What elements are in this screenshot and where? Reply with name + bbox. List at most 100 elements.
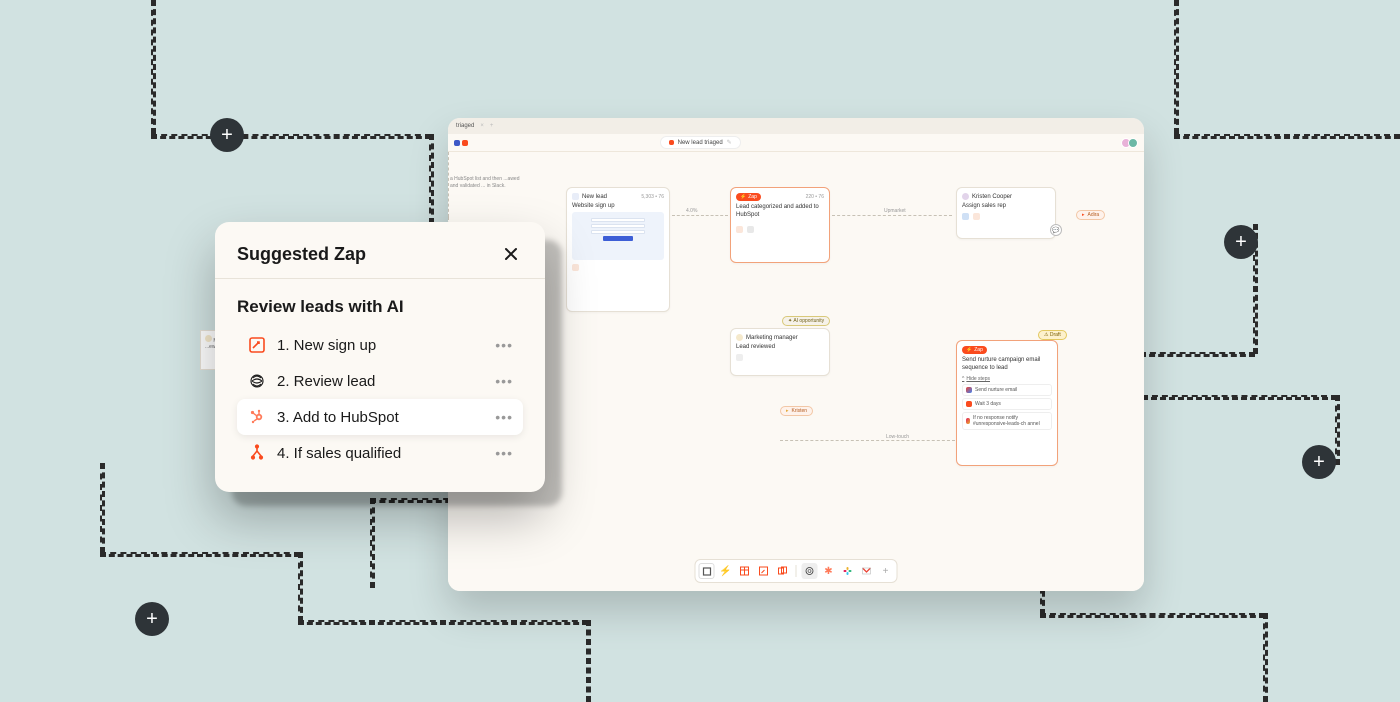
suggested-step-1[interactable]: 1. New sign up ••• — [237, 327, 523, 363]
edge-label: Upmarket — [884, 208, 906, 214]
step-menu-button[interactable]: ••• — [495, 337, 513, 353]
card-body: Assign sales rep — [962, 203, 1050, 209]
canvas-title-text: New lead triaged — [678, 140, 723, 146]
step-menu-button[interactable]: ••• — [495, 445, 513, 461]
close-button[interactable] — [499, 242, 523, 266]
hide-steps-toggle[interactable]: ^ Hide steps — [962, 376, 1052, 382]
tool-cards[interactable] — [775, 563, 791, 579]
step-menu-button[interactable]: ••• — [495, 373, 513, 389]
card-lead-reviewed[interactable]: Marketing manager Lead reviewed — [730, 328, 830, 376]
edge-label: 4.0% — [686, 208, 697, 214]
connector: ▾ — [448, 152, 449, 217]
tool-hubspot[interactable]: ✱ — [821, 563, 837, 579]
suggested-zap-dialog: Suggested Zap Review leads with AI 1. Ne… — [215, 222, 545, 492]
card-body: Send nurture campaign email sequence to … — [962, 357, 1052, 373]
hubspot-icon — [736, 226, 743, 233]
add-node[interactable]: + — [135, 602, 169, 636]
card-tool-icon[interactable] — [572, 264, 579, 271]
step-menu-button[interactable]: ••• — [495, 409, 513, 425]
square-icon — [702, 567, 711, 576]
card-meta: 220 • 76 — [806, 194, 824, 200]
close-icon — [504, 247, 518, 261]
decor-line — [1142, 395, 1337, 400]
decor-line — [1174, 134, 1400, 139]
step-label: 2. Review lead — [277, 373, 375, 390]
openai-icon — [747, 226, 754, 233]
decor-line — [100, 463, 105, 553]
zap-icon — [462, 140, 468, 146]
tool-table[interactable] — [737, 563, 753, 579]
decor-line — [1140, 352, 1255, 357]
paths-icon — [247, 443, 267, 463]
card-body: Lead reviewed — [736, 344, 824, 350]
app-logo-icon — [454, 140, 460, 146]
suggested-step-3[interactable]: 3. Add to HubSpot ••• — [237, 399, 523, 435]
interfaces-icon — [572, 193, 579, 200]
decor-line — [1174, 0, 1179, 134]
tool-interface[interactable] — [756, 563, 772, 579]
suggested-step-2[interactable]: 2. Review lead ••• — [237, 363, 523, 399]
connector — [832, 215, 952, 216]
openai-icon — [247, 371, 267, 391]
step-label: 3. Add to HubSpot — [277, 409, 399, 426]
decor-line — [586, 620, 591, 702]
card-body: Lead categorized and added to HubSpot — [736, 204, 824, 220]
form-preview — [572, 212, 664, 260]
connector — [780, 440, 955, 441]
add-node[interactable]: + — [1302, 445, 1336, 479]
app-toolbar: New lead triaged ✎ — [448, 134, 1144, 152]
tool-gmail[interactable] — [859, 563, 875, 579]
card-owner: Kristen Cooper — [972, 194, 1012, 200]
card-assign-rep[interactable]: Kristen Cooper Assign sales rep — [956, 187, 1056, 239]
card-new-lead[interactable]: New lead 5,303 • 76 Website sign up — [566, 187, 670, 312]
cards-icon — [778, 566, 788, 576]
decor-line — [429, 134, 434, 224]
hubspot-icon — [973, 213, 980, 220]
comment-bubble-icon[interactable]: 💬 — [1050, 224, 1062, 236]
add-node[interactable]: + — [210, 118, 244, 152]
decor-line — [151, 134, 431, 139]
avatar-icon — [736, 334, 743, 341]
decor-line — [298, 620, 588, 625]
decor-line — [1335, 395, 1340, 465]
dialog-subtitle: Review leads with AI — [237, 297, 523, 317]
slack-icon — [966, 418, 970, 424]
tool-slack[interactable] — [840, 563, 856, 579]
card-zap-categorize[interactable]: ⚡ Zap 220 • 76 Lead categorized and adde… — [730, 187, 830, 263]
ai-opportunity-pill[interactable]: ✦ AI opportunity — [782, 316, 830, 326]
suggested-step-4[interactable]: 4. If sales qualified ••• — [237, 435, 523, 471]
step-label: 4. If sales qualified — [277, 445, 401, 462]
avatar-icon — [962, 193, 969, 200]
gmail-icon — [966, 387, 972, 393]
openai-icon — [805, 566, 815, 576]
zap-chip: ⚡ Zap — [962, 346, 987, 354]
zap-step[interactable]: Wait 3 days — [962, 398, 1052, 410]
canvas-title[interactable]: New lead triaged ✎ — [660, 136, 741, 149]
step-label: 1. New sign up — [277, 337, 376, 354]
zap-step[interactable]: Send nurture email — [962, 384, 1052, 396]
collaborator-avatars[interactable] — [1124, 138, 1138, 148]
draft-pill: ⚠ Draft — [1038, 330, 1067, 340]
expand-icon[interactable] — [817, 226, 824, 233]
zap-step[interactable]: If no response notify #unresponsive-lead… — [962, 412, 1052, 430]
tool-add[interactable]: + — [878, 563, 894, 579]
add-node[interactable]: + — [1224, 225, 1258, 259]
edge-label: Low-touch — [886, 434, 909, 440]
browser-tab[interactable]: triaged — [456, 123, 474, 129]
card-nurture-zap[interactable]: ⚡ Zap Send nurture campaign email sequen… — [956, 340, 1058, 466]
tool-shape[interactable] — [699, 563, 715, 579]
dialog-title: Suggested Zap — [237, 244, 366, 265]
browser-tab-bar: triaged × + — [448, 118, 1144, 134]
user-cursor-pill: ▸Kristen — [780, 406, 813, 416]
decor-line — [1263, 613, 1268, 702]
edit-icon[interactable]: ✎ — [727, 139, 732, 146]
table-icon — [740, 566, 750, 576]
decor-line — [151, 0, 156, 134]
tool-zap[interactable]: ⚡ — [718, 563, 734, 579]
card-body: Website sign up — [572, 203, 664, 209]
decor-line — [370, 498, 375, 588]
decor-line — [100, 552, 300, 557]
interface-icon — [759, 566, 769, 576]
gmail-icon — [862, 567, 872, 575]
tool-openai[interactable] — [802, 563, 818, 579]
